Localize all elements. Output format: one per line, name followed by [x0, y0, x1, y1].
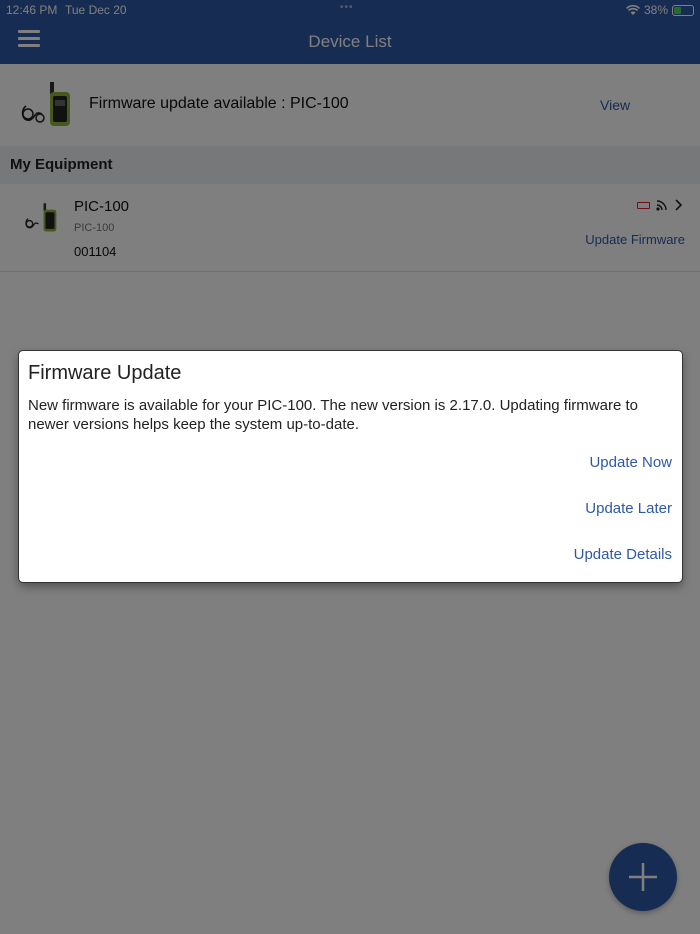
dialog-title: Firmware Update [28, 362, 182, 384]
update-later-button[interactable]: Update Later [585, 500, 672, 517]
update-details-button[interactable]: Update Details [574, 546, 672, 563]
dialog-message: New firmware is available for your PIC-1… [28, 397, 638, 433]
update-now-button[interactable]: Update Now [589, 454, 672, 471]
firmware-update-dialog: Firmware Update New firmware is availabl… [19, 351, 682, 582]
